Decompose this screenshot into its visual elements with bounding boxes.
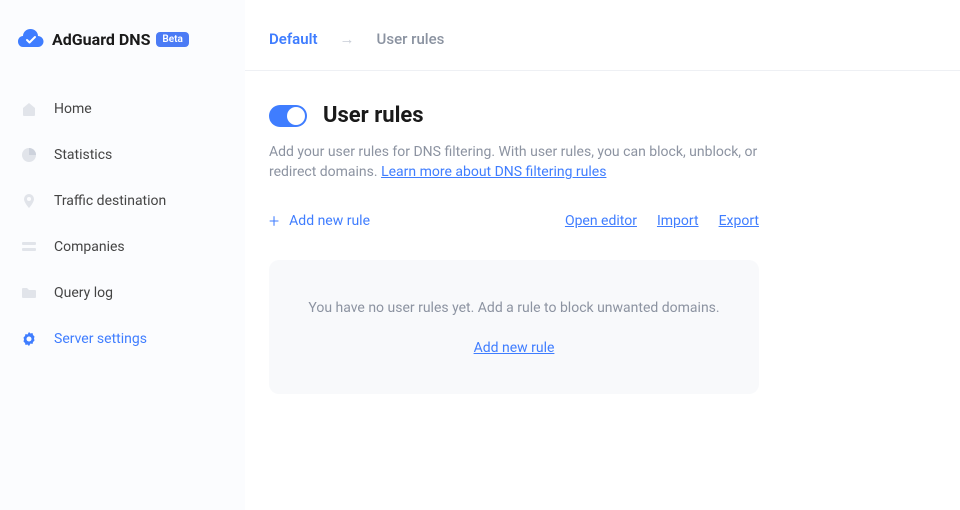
page-title: User rules <box>323 103 424 128</box>
logo-text: AdGuard DNS <box>52 30 150 49</box>
beta-badge: Beta <box>156 32 188 47</box>
add-new-rule-button[interactable]: + Add new rule <box>269 211 370 232</box>
gear-icon <box>20 330 38 348</box>
action-links: Open editor Import Export <box>565 213 759 229</box>
sidebar-item-home[interactable]: Home <box>0 86 245 132</box>
breadcrumb-root[interactable]: Default <box>269 30 318 48</box>
pin-icon <box>20 192 38 210</box>
export-link[interactable]: Export <box>719 213 759 229</box>
logo: AdGuard DNS Beta <box>0 28 245 80</box>
breadcrumb-current: User rules <box>377 30 445 48</box>
sidebar-item-server-settings[interactable]: Server settings <box>0 316 245 362</box>
main: Default → User rules User rules Add your… <box>245 0 960 510</box>
sidebar-item-label: Statistics <box>54 147 112 163</box>
sidebar-item-label: Server settings <box>54 331 147 347</box>
nav: Home Statistics Traffic destination Comp… <box>0 80 245 362</box>
sidebar-item-companies[interactable]: Companies <box>0 224 245 270</box>
plus-icon: + <box>269 211 279 232</box>
home-icon <box>20 100 38 118</box>
sidebar-item-query-log[interactable]: Query log <box>0 270 245 316</box>
description: Add your user rules for DNS filtering. W… <box>269 142 769 183</box>
sidebar-item-label: Companies <box>54 239 125 255</box>
sidebar: AdGuard DNS Beta Home Statistics Traffic… <box>0 0 245 510</box>
cloud-check-icon <box>18 28 44 50</box>
sidebar-item-label: Home <box>54 101 92 117</box>
empty-text: You have no user rules yet. Add a rule t… <box>293 298 735 319</box>
sidebar-item-label: Traffic destination <box>54 193 166 209</box>
sidebar-item-label: Query log <box>54 285 113 301</box>
add-rule-label: Add new rule <box>289 213 370 229</box>
content: User rules Add your user rules for DNS f… <box>245 71 960 426</box>
list-icon <box>20 238 38 256</box>
sidebar-item-traffic-destination[interactable]: Traffic destination <box>0 178 245 224</box>
arrow-right-icon: → <box>340 30 355 48</box>
user-rules-toggle[interactable] <box>269 105 307 127</box>
open-editor-link[interactable]: Open editor <box>565 213 637 229</box>
sidebar-item-statistics[interactable]: Statistics <box>0 132 245 178</box>
toggle-knob <box>287 107 305 125</box>
import-link[interactable]: Import <box>657 213 699 229</box>
pie-chart-icon <box>20 146 38 164</box>
empty-state: You have no user rules yet. Add a rule t… <box>269 260 759 394</box>
learn-more-link[interactable]: Learn more about DNS filtering rules <box>381 164 606 180</box>
empty-add-rule-link[interactable]: Add new rule <box>474 340 555 356</box>
breadcrumb: Default → User rules <box>245 0 960 71</box>
folder-icon <box>20 284 38 302</box>
action-row: + Add new rule Open editor Import Export <box>269 211 759 232</box>
title-row: User rules <box>269 103 936 128</box>
